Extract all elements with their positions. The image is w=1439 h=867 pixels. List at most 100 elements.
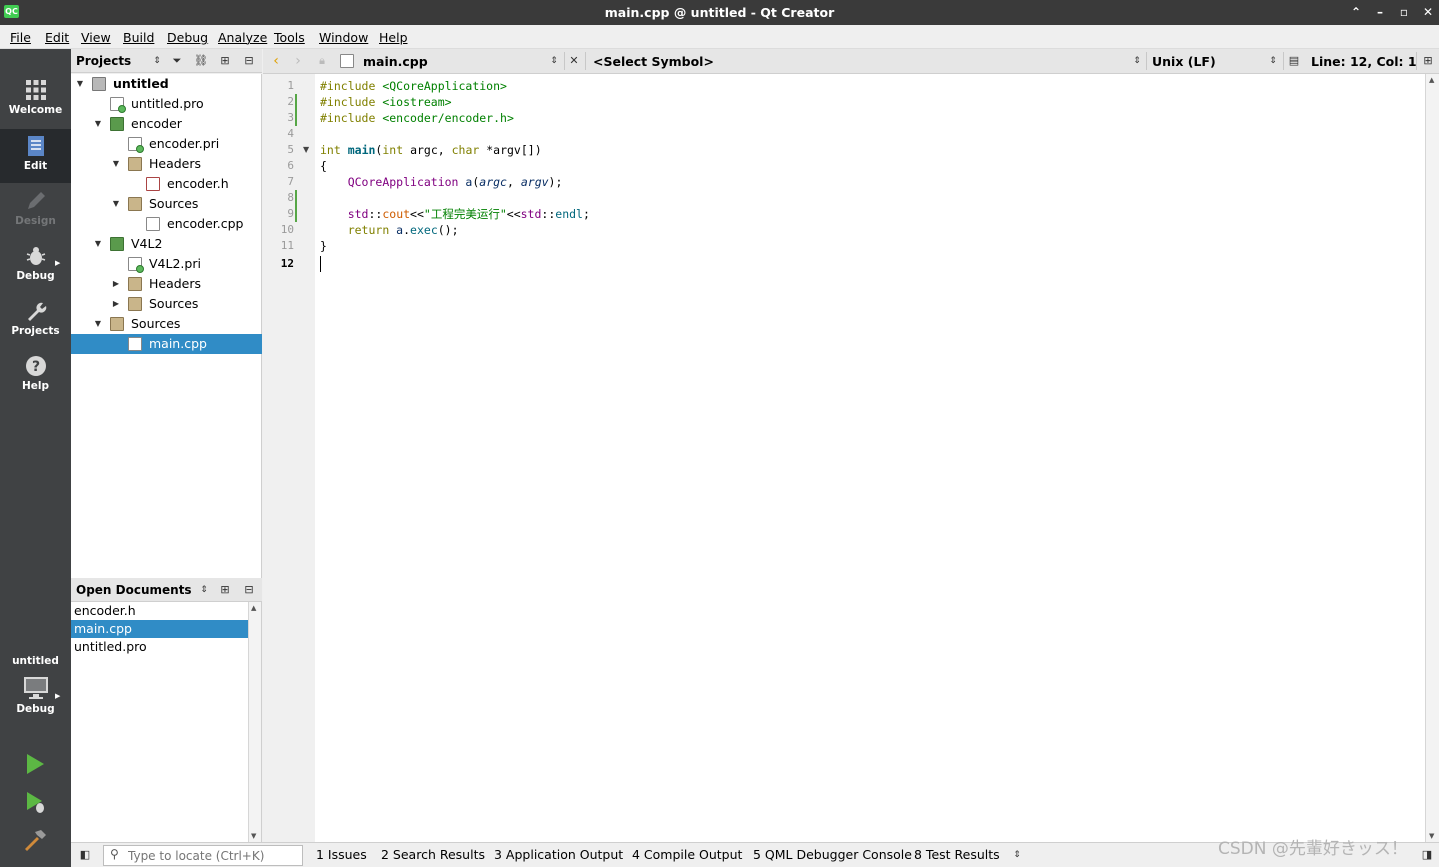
- locator-input[interactable]: [128, 847, 298, 864]
- filter-icon[interactable]: ⏷: [169, 53, 185, 69]
- menu-edit[interactable]: Edit: [45, 30, 69, 45]
- fold-arrow-icon[interactable]: ▼: [303, 145, 309, 154]
- mode-label: Help: [21, 380, 50, 392]
- header-file-icon: [146, 177, 160, 191]
- updown-arrows-icon[interactable]: ⇕: [546, 53, 562, 69]
- code-editor[interactable]: #include <QCoreApplication> #include <io…: [315, 74, 1425, 842]
- expanded-arrow-icon[interactable]: ▼: [75, 74, 85, 94]
- projects-panel-header: Projects ⇕ ⏷ ⛓ ⊞ ⊟: [71, 49, 262, 73]
- back-arrow-icon[interactable]: ‹: [268, 53, 284, 69]
- updown-arrows-icon[interactable]: ⇕: [196, 582, 212, 598]
- menu-tools[interactable]: Tools: [274, 30, 305, 45]
- link-icon[interactable]: ⛓: [193, 53, 209, 69]
- menu-build[interactable]: Build: [123, 30, 154, 45]
- split-icon[interactable]: ⊞: [217, 582, 233, 598]
- tree-item-encoder-cpp[interactable]: encoder.cpp: [71, 214, 262, 234]
- expanded-arrow-icon[interactable]: ▼: [111, 194, 121, 214]
- tree-item-encoder[interactable]: ▼ encoder: [71, 114, 262, 134]
- expanded-arrow-icon[interactable]: ▼: [93, 234, 103, 254]
- run-icon[interactable]: [22, 751, 48, 777]
- tree-item-sources-root[interactable]: ▼ Sources: [71, 314, 262, 334]
- build-hammer-icon[interactable]: [22, 827, 48, 853]
- pane-search-results[interactable]: 2 Search Results: [381, 847, 485, 862]
- menu-view[interactable]: View: [81, 30, 111, 45]
- tree-item-v4l2-headers[interactable]: ▶ Headers: [71, 274, 262, 294]
- mode-design[interactable]: Design: [0, 184, 71, 238]
- expanded-arrow-icon[interactable]: ▼: [93, 114, 103, 134]
- mode-help[interactable]: ? Help: [0, 349, 71, 403]
- tree-label: encoder.pri: [149, 136, 220, 151]
- pencil-icon: [27, 192, 45, 209]
- expanded-arrow-icon[interactable]: ▼: [93, 314, 103, 334]
- tree-item-main-cpp[interactable]: main.cpp: [71, 334, 262, 354]
- restore-up-icon[interactable]: ⌃: [1348, 4, 1364, 20]
- minimize-icon[interactable]: –: [1372, 4, 1388, 20]
- split-icon[interactable]: ⊞: [217, 53, 233, 69]
- menu-analyze[interactable]: Analyze: [218, 30, 267, 45]
- tree-label: Headers: [149, 276, 202, 291]
- mode-label: Design: [15, 215, 56, 227]
- tree-item-untitled-pro[interactable]: untitled.pro: [71, 94, 262, 114]
- mode-welcome[interactable]: Welcome: [0, 73, 71, 127]
- line-number-current: 12: [280, 257, 294, 270]
- tree-item-v4l2[interactable]: ▼ V4L2: [71, 234, 262, 254]
- tree-item-encoder-h[interactable]: encoder.h: [71, 174, 262, 194]
- updown-arrows-icon[interactable]: ⇕: [1129, 53, 1145, 69]
- tree-item-sources[interactable]: ▼ Sources: [71, 194, 262, 214]
- tree-item-untitled[interactable]: ▼ untitled: [71, 74, 262, 94]
- mode-edit[interactable]: Edit: [0, 129, 71, 183]
- open-documents-title[interactable]: Open Documents: [76, 583, 192, 597]
- forward-arrow-icon[interactable]: ›: [290, 53, 306, 69]
- mode-projects[interactable]: Projects: [0, 294, 71, 348]
- open-docs-scrollbar[interactable]: ▲ ▼: [248, 602, 261, 842]
- collapsed-arrow-icon[interactable]: ▶: [111, 294, 121, 314]
- tree-item-v4l2-pri[interactable]: V4L2.pri: [71, 254, 262, 274]
- close-sidebar-icon[interactable]: ⊟: [241, 582, 257, 598]
- tree-item-v4l2-sources[interactable]: ▶ Sources: [71, 294, 262, 314]
- line-ending-selector[interactable]: Unix (LF): [1152, 54, 1216, 69]
- open-doc-item[interactable]: untitled.pro: [71, 638, 248, 656]
- mode-debug[interactable]: Debug ▶: [0, 239, 71, 293]
- pane-compile-output[interactable]: 4 Compile Output: [632, 847, 742, 862]
- kit-selector[interactable]: Debug ▶: [0, 672, 71, 728]
- editor-scrollbar[interactable]: ▲ ▼: [1425, 74, 1439, 842]
- debug-run-icon[interactable]: [22, 789, 48, 815]
- pane-issues[interactable]: 1 Issues: [316, 847, 367, 862]
- pane-qml-debugger-console[interactable]: 5 QML Debugger Console: [753, 847, 912, 862]
- code-line-2: #include <iostream>: [320, 94, 452, 110]
- menu-window[interactable]: Window: [319, 30, 368, 45]
- updown-arrows-icon[interactable]: ⇕: [1009, 847, 1025, 863]
- pane-application-output[interactable]: 3 Application Output: [494, 847, 623, 862]
- tree-item-encoder-pri[interactable]: encoder.pri: [71, 134, 262, 154]
- maximize-icon[interactable]: ▫: [1396, 4, 1412, 20]
- menu-file[interactable]: File: [10, 30, 31, 45]
- toggle-right-pane-icon[interactable]: ◨: [1419, 847, 1435, 863]
- tree-item-headers[interactable]: ▼ Headers: [71, 154, 262, 174]
- open-doc-item[interactable]: main.cpp: [71, 620, 248, 638]
- menu-help[interactable]: Help: [379, 30, 408, 45]
- scroll-up-icon[interactable]: ▲: [1429, 76, 1434, 84]
- menu-debug[interactable]: Debug: [167, 30, 208, 45]
- symbol-selector[interactable]: <Select Symbol>: [593, 54, 714, 69]
- split-editor-icon[interactable]: ⊞: [1420, 53, 1436, 69]
- locator[interactable]: ⚲: [103, 845, 303, 866]
- open-doc-item[interactable]: encoder.h: [71, 602, 248, 620]
- collapsed-arrow-icon[interactable]: ▶: [111, 274, 121, 294]
- updown-arrows-icon[interactable]: ⇕: [1265, 53, 1281, 69]
- scroll-down-icon[interactable]: ▼: [1429, 832, 1434, 840]
- close-icon[interactable]: ✕: [1420, 4, 1436, 20]
- document-outline-icon[interactable]: ▤: [1286, 53, 1302, 69]
- scroll-up-icon[interactable]: ▲: [251, 604, 256, 612]
- close-sidebar-icon[interactable]: ⊟: [241, 53, 257, 69]
- scroll-down-icon[interactable]: ▼: [251, 832, 256, 840]
- current-file-label[interactable]: main.cpp: [363, 54, 428, 69]
- projects-panel-title[interactable]: Projects: [76, 54, 131, 68]
- close-document-icon[interactable]: ✕: [566, 53, 582, 69]
- updown-arrows-icon[interactable]: ⇕: [149, 53, 165, 69]
- monitor-icon: [23, 677, 48, 699]
- expanded-arrow-icon[interactable]: ▼: [111, 154, 121, 174]
- toggle-sidebar-icon[interactable]: ◧: [77, 847, 93, 863]
- pane-test-results[interactable]: 8 Test Results: [914, 847, 1000, 862]
- cursor-position[interactable]: Line: 12, Col: 1: [1311, 54, 1417, 69]
- pri-file-icon: [128, 137, 144, 153]
